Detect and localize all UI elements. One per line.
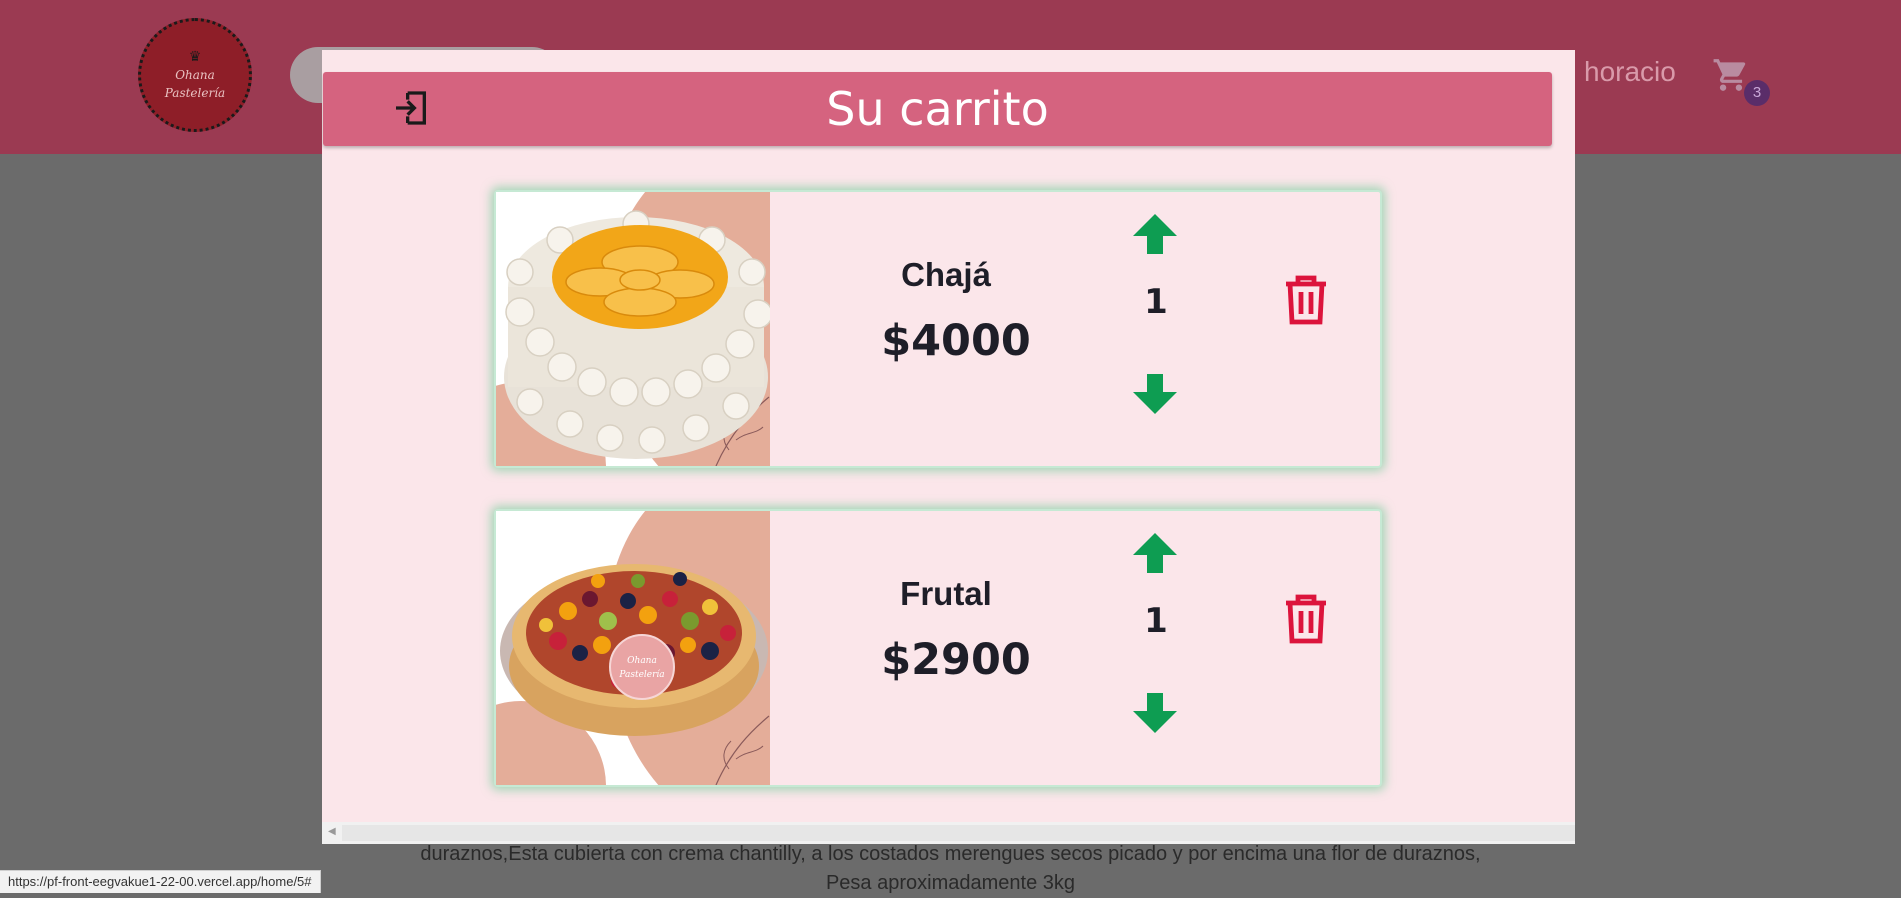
description-line-1: duraznos,Esta cubierta con crema chantil… (420, 843, 1481, 865)
arrow-down-icon[interactable] (1131, 689, 1179, 737)
product-description: duraznos,Esta cubierta con crema chantil… (360, 840, 1541, 898)
cart-modal: Su carrito Chajá $4000 1 Ohana Pastelerí… (322, 50, 1575, 844)
product-name: Chajá (901, 256, 991, 293)
status-bar-url: https://pf-front-eegvakue1-22-00.vercel.… (0, 870, 321, 893)
horizontal-scroll-thumb[interactable] (342, 825, 1575, 841)
arrow-up-icon[interactable] (1131, 529, 1179, 577)
horizontal-scrollbar[interactable]: ◀ ▶ (322, 822, 1575, 844)
trash-icon[interactable] (1282, 593, 1330, 645)
logo-line-2: Pastelería (164, 86, 226, 100)
user-name-link[interactable]: horacio (1584, 56, 1676, 88)
quantity-value: 1 (1144, 601, 1168, 641)
quantity-value: 1 (1144, 282, 1168, 322)
product-price: $2900 (881, 635, 1031, 685)
scroll-left-arrow-icon[interactable]: ◀ (328, 826, 336, 837)
cart-title: Su carrito (826, 82, 1049, 136)
product-name: Frutal (900, 575, 992, 612)
product-image: Ohana Pastelería (496, 511, 770, 785)
cart-count-badge: 3 (1744, 80, 1770, 106)
arrow-up-icon[interactable] (1131, 210, 1179, 258)
pastry-stamp-line-1: Ohana (627, 656, 657, 666)
trash-icon[interactable] (1282, 274, 1330, 326)
cupcake-icon: ♛ (188, 49, 202, 65)
site-logo[interactable]: ♛ Ohana Pastelería (138, 18, 252, 132)
arrow-down-icon[interactable] (1131, 370, 1179, 418)
logo-line-1: Ohana (175, 68, 215, 82)
description-line-2: Pesa aproximadamente 3kg (825, 872, 1076, 894)
product-price: $4000 (881, 316, 1031, 366)
cart-modal-header: Su carrito (323, 72, 1552, 146)
cart-item: Chajá $4000 1 (494, 190, 1382, 468)
cart-item: Ohana Pastelería Frutal $2900 1 (494, 509, 1382, 787)
pastry-stamp-line-2: Pastelería (618, 669, 664, 680)
product-image (496, 192, 770, 466)
